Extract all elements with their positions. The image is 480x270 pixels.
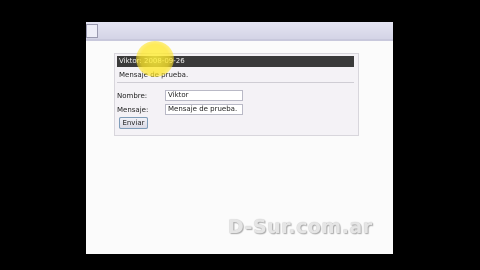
- name-input[interactable]: [165, 90, 243, 101]
- cursor-highlight: [136, 41, 174, 77]
- toolbar-divider: [86, 39, 393, 41]
- browser-toolbar: [86, 22, 393, 40]
- message-label: Mensaje:: [117, 106, 149, 114]
- send-button[interactable]: Enviar: [119, 117, 148, 129]
- watermark-logo: D-Sur.com.ar: [228, 216, 373, 238]
- toolbar-tab[interactable]: [86, 24, 98, 38]
- name-label: Nombre:: [117, 92, 148, 100]
- message-input[interactable]: [165, 104, 243, 115]
- panel-divider: [117, 82, 354, 83]
- video-frame: Viktor: 2008-09-26 Mensaje de prueba. No…: [0, 0, 480, 270]
